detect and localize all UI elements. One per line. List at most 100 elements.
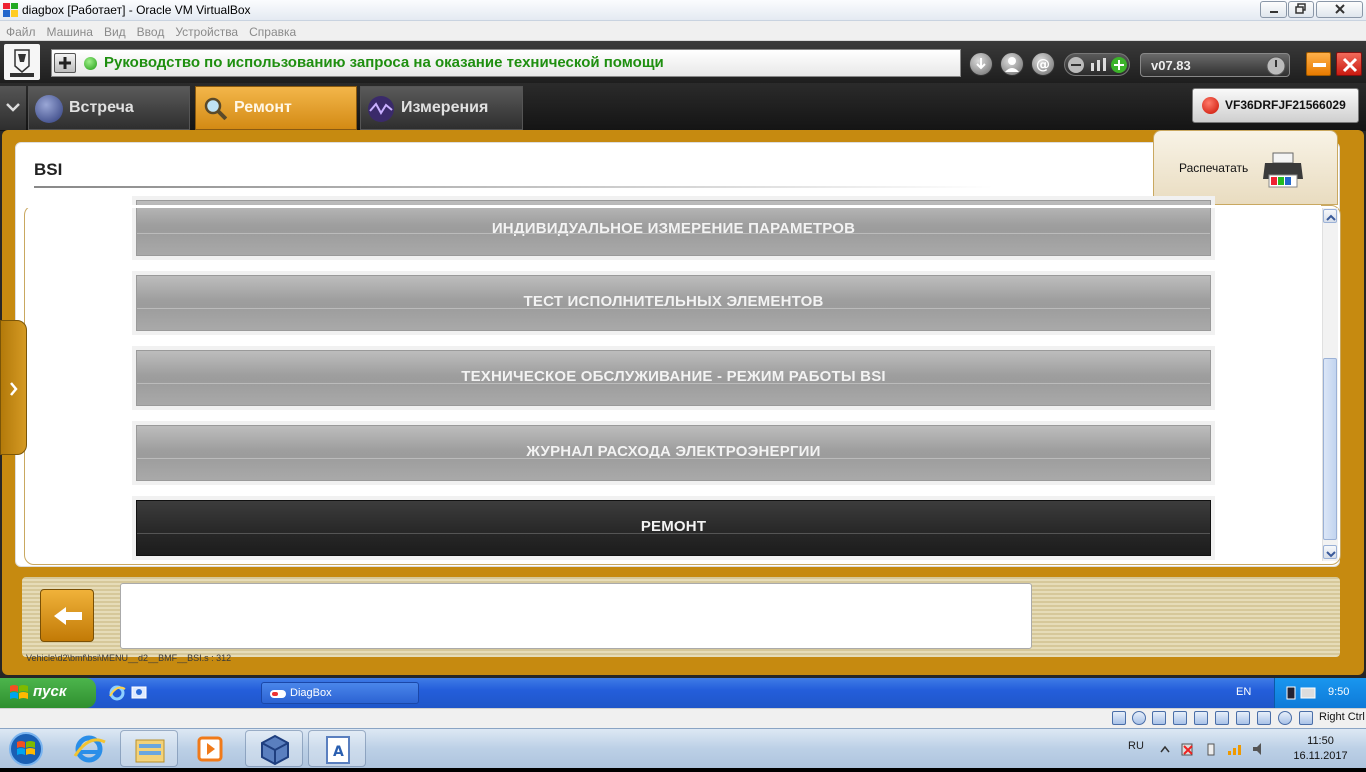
host-clock[interactable]: 11:50 16.11.2017 (1283, 734, 1358, 764)
power-icon[interactable] (1265, 55, 1287, 77)
menu-item-maintenance-mode[interactable]: ТЕХНИЧЕСКОЕ ОБСЛУЖИВАНИЕ - РЕЖИМ РАБОТЫ … (136, 350, 1211, 406)
vbox-hdd-icon[interactable] (1112, 711, 1126, 725)
tab-label: Измерения (401, 99, 489, 116)
virtualbox-icon (3, 3, 18, 17)
menu-help[interactable]: Справка (243, 22, 301, 39)
tab-measurements[interactable]: Измерения (360, 86, 523, 130)
host-language[interactable]: RU (1128, 740, 1144, 752)
start-label: пуск (33, 683, 67, 700)
vbox-keyboard-icon[interactable] (1299, 711, 1313, 725)
internet-explorer-icon[interactable] (108, 684, 126, 702)
chevron-down-icon (1326, 551, 1336, 558)
window-titlebar: diagbox [Работает] - Oracle VM VirtualBo… (0, 0, 1366, 21)
menu-item-actuator-test[interactable]: ТЕСТ ИСПОЛНИТЕЛЬНЫХ ЭЛЕМЕНТОВ (136, 275, 1211, 331)
scrollbar-thumb[interactable] (1323, 358, 1337, 540)
side-panel-handle[interactable] (0, 320, 27, 455)
tab-repair[interactable]: Ремонт (195, 86, 357, 130)
tabs-collapse-button[interactable] (0, 86, 26, 130)
connection-signal (1064, 53, 1130, 76)
printer-icon (1263, 152, 1303, 188)
signal-strength-icon (1068, 57, 1127, 73)
arrow-left-icon (54, 607, 82, 625)
message-area (120, 583, 1032, 649)
version-badge: v07.83 (1140, 53, 1290, 77)
chevron-right-icon (10, 382, 18, 396)
guest-taskbar (0, 678, 1366, 708)
vbox-usb-icon[interactable] (1173, 711, 1187, 725)
host-app-explorer[interactable] (120, 730, 178, 767)
plus-icon (59, 57, 71, 69)
host-app-virtualbox[interactable] (245, 730, 303, 767)
scroll-down-button[interactable] (1323, 545, 1337, 559)
vin-badge[interactable]: VF36DRFJF21566029 (1192, 88, 1359, 123)
menu-item-label: ИНДИВИДУАЛЬНОЕ ИЗМЕРЕНИЕ ПАРАМЕТРОВ (491, 220, 856, 237)
waveform-icon (368, 96, 394, 122)
menu-input[interactable]: Ввод (131, 22, 170, 39)
menu-file[interactable]: Файл (0, 22, 41, 39)
vbox-recording-icon[interactable] (1236, 711, 1250, 725)
print-label: Распечатать (1179, 161, 1249, 175)
host-time: 11:50 (1307, 735, 1334, 747)
menu-item-parameter-measurement[interactable]: ИНДИВИДУАЛЬНОЕ ИЗМЕРЕНИЕ ПАРАМЕТРОВ (136, 200, 1211, 256)
download-button[interactable] (969, 52, 993, 76)
host-app-wordpad[interactable]: A (308, 730, 366, 767)
download-icon (976, 58, 986, 70)
host-app-ie[interactable] (60, 730, 118, 767)
menu-devices[interactable]: Устройства (169, 22, 243, 39)
section-title: BSI (34, 160, 63, 179)
version-text: v07.83 (1151, 58, 1191, 73)
at-sign-icon: @ (1036, 57, 1050, 73)
close-icon (1334, 4, 1345, 14)
minimize-button[interactable] (1260, 1, 1287, 18)
user-button[interactable] (1000, 52, 1024, 76)
user-icon (1005, 57, 1019, 72)
maximize-button[interactable] (1288, 1, 1314, 18)
tray-icons[interactable] (1285, 685, 1319, 701)
host-tray-icons[interactable] (1158, 741, 1268, 757)
email-button[interactable]: @ (1031, 52, 1055, 76)
media-player-icon (197, 736, 223, 762)
app-minimize-button[interactable] (1306, 52, 1331, 76)
vbox-display-icon[interactable] (1215, 711, 1229, 725)
vbox-mouse-icon[interactable] (1278, 711, 1292, 725)
scroll-up-button[interactable] (1323, 209, 1337, 223)
peugeot-logo (4, 44, 40, 80)
vbox-menubar: Файл Машина Вид Ввод Устройства Справка (0, 21, 1366, 41)
desktop-icon[interactable] (130, 684, 148, 702)
menu-machine[interactable]: Машина (41, 22, 98, 39)
list-top-edge (26, 205, 1321, 208)
windows-orb-icon[interactable] (4, 730, 48, 768)
status-ok-icon (84, 57, 97, 70)
menu-view[interactable]: Вид (98, 22, 131, 39)
menu-item-repair[interactable]: РЕМОНТ (136, 500, 1211, 556)
internet-explorer-icon (73, 735, 106, 763)
svg-text:A: A (333, 744, 344, 760)
vbox-optical-icon[interactable] (1132, 711, 1146, 725)
lion-icon (10, 49, 34, 77)
menu-item-label: ЖУРНАЛ РАСХОДА ЭЛЕКТРОЭНЕРГИИ (526, 443, 821, 460)
close-icon (1342, 57, 1358, 73)
minimize-icon (1269, 11, 1278, 13)
menu-item-label: ТЕСТ ИСПОЛНИТЕЛЬНЫХ ЭЛЕМЕНТОВ (523, 293, 824, 310)
vbox-network-icon[interactable] (1152, 711, 1166, 725)
back-button[interactable] (40, 589, 94, 642)
close-window-button[interactable] (1316, 1, 1363, 18)
vbox-cpu-icon[interactable] (1257, 711, 1271, 725)
guest-language[interactable]: EN (1236, 686, 1251, 698)
guest-start-button[interactable]: пуск (0, 678, 96, 708)
tab-label: Ремонт (234, 99, 292, 116)
guest-clock: 9:50 (1328, 686, 1350, 698)
menu-item-power-log[interactable]: ЖУРНАЛ РАСХОДА ЭЛЕКТРОЭНЕРГИИ (136, 425, 1211, 481)
host-key-label: Right Ctrl (1319, 711, 1365, 723)
print-button[interactable]: Распечатать (1153, 130, 1338, 205)
header-message-bar: Руководство по использованию запроса на … (51, 49, 961, 77)
folder-icon (135, 739, 165, 763)
chevron-up-icon (1326, 214, 1336, 221)
meeting-icon (35, 95, 63, 123)
host-app-media-player[interactable] (182, 730, 240, 767)
guest-task-diagbox[interactable]: DiagBox (261, 682, 419, 704)
vbox-shared-folder-icon[interactable] (1194, 711, 1208, 725)
expand-button[interactable] (54, 53, 76, 73)
tab-meeting[interactable]: Встреча (28, 86, 190, 130)
app-close-button[interactable] (1336, 52, 1362, 76)
